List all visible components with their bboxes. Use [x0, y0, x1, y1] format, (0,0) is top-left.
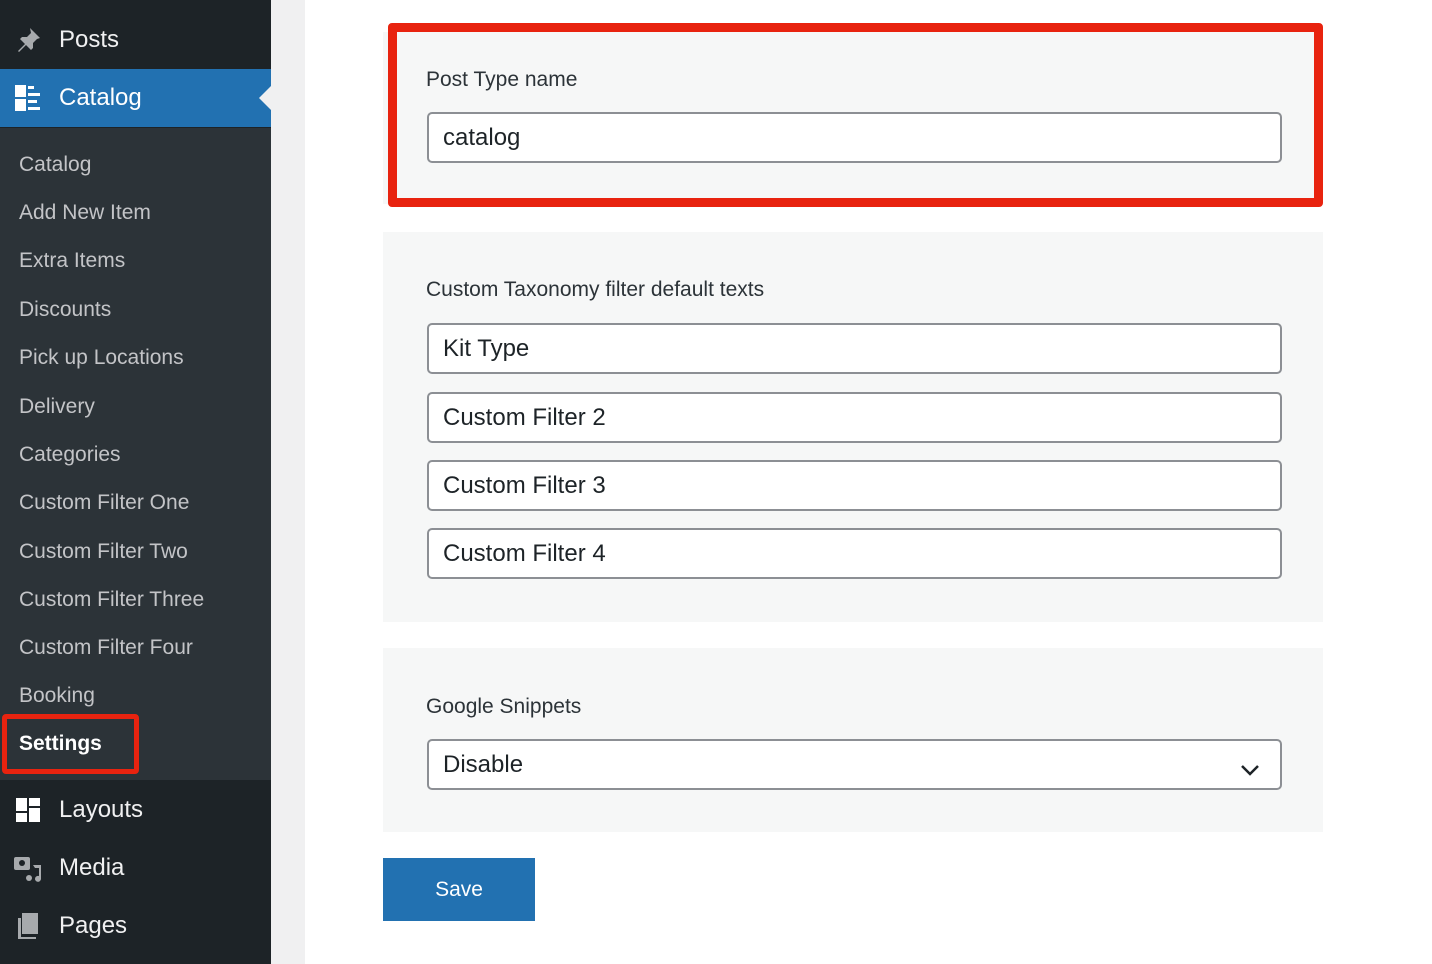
taxonomy-panel: Custom Taxonomy filter default texts Kit… — [383, 232, 1323, 622]
snippets-panel: Google Snippets Disable — [383, 648, 1323, 832]
layouts-icon — [13, 795, 43, 825]
save-button[interactable]: Save — [383, 858, 535, 921]
menu-media-label: Media — [59, 854, 125, 881]
submenu-extra-items[interactable]: Extra Items — [19, 249, 125, 273]
menu-posts-label: Posts — [59, 26, 120, 53]
menu-media[interactable]: Media — [0, 839, 271, 897]
menu-posts[interactable]: Posts — [0, 11, 271, 69]
submenu-booking[interactable]: Booking — [19, 684, 95, 708]
submenu-pickup-locations[interactable]: Pick up Locations — [19, 346, 184, 370]
taxonomy-input-4[interactable]: Custom Filter 4 — [427, 528, 1282, 579]
catalog-submenu: Catalog Add New Item Extra Items Discoun… — [0, 128, 271, 780]
settings-highlight — [2, 714, 139, 774]
submenu-custom-filter-one[interactable]: Custom Filter One — [19, 491, 189, 515]
catalog-icon — [13, 83, 43, 113]
menu-catalog-label: Catalog — [59, 84, 142, 111]
submenu-custom-filter-four[interactable]: Custom Filter Four — [19, 636, 193, 660]
menu-pages[interactable]: Pages — [0, 897, 271, 955]
pages-icon — [13, 911, 43, 941]
snippets-selected: Disable — [443, 750, 524, 778]
taxonomy-input-2[interactable]: Custom Filter 2 — [427, 392, 1282, 443]
menu-catalog[interactable]: Catalog — [0, 69, 271, 127]
taxonomy-input-3[interactable]: Custom Filter 3 — [427, 460, 1282, 511]
submenu-custom-filter-two[interactable]: Custom Filter Two — [19, 540, 188, 564]
pushpin-icon — [13, 25, 43, 55]
submenu-categories[interactable]: Categories — [19, 443, 121, 467]
taxonomy-input-1[interactable]: Kit Type — [427, 323, 1282, 374]
submenu-discounts[interactable]: Discounts — [19, 298, 111, 322]
post-type-highlight — [388, 23, 1323, 207]
submenu-add-new-item[interactable]: Add New Item — [19, 201, 151, 225]
content-gutter — [271, 0, 305, 964]
menu-pages-label: Pages — [59, 912, 128, 939]
submenu-delivery[interactable]: Delivery — [19, 395, 95, 419]
submenu-custom-filter-three[interactable]: Custom Filter Three — [19, 588, 204, 612]
chevron-down-icon — [1240, 756, 1260, 784]
media-icon — [13, 853, 43, 883]
menu-layouts[interactable]: Layouts — [0, 781, 271, 839]
menu-layouts-label: Layouts — [59, 796, 144, 823]
snippets-select[interactable]: Disable — [427, 739, 1282, 790]
current-arrow — [259, 86, 271, 110]
taxonomy-label: Custom Taxonomy filter default texts — [426, 278, 765, 301]
snippets-label: Google Snippets — [426, 695, 582, 718]
admin-sidebar: Posts Catalog Catalog Add New Item Extra… — [0, 0, 271, 964]
submenu-catalog[interactable]: Catalog — [19, 153, 91, 177]
